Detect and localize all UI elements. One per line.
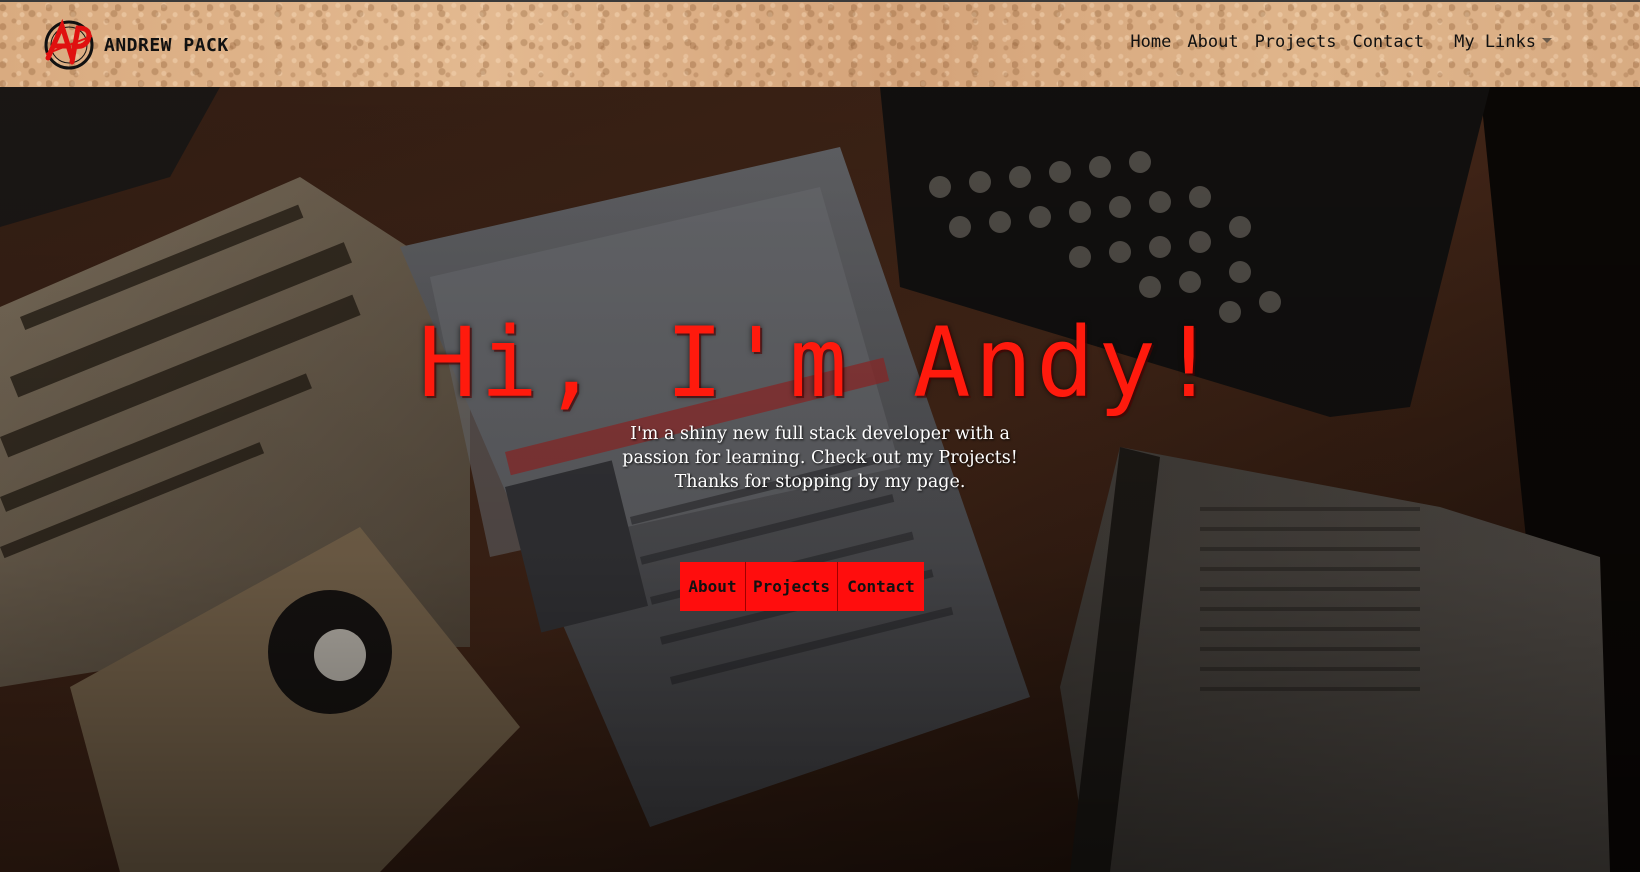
- hero-about-button[interactable]: About: [680, 562, 746, 611]
- brand-link[interactable]: ANDREW PACK: [42, 18, 229, 72]
- nav-about[interactable]: About: [1187, 32, 1238, 52]
- hero-contact-button[interactable]: Contact: [838, 562, 924, 611]
- hero-title: Hi, I'm Andy!: [418, 307, 1222, 419]
- page: ANDREW PACK Home About Projects Contact …: [0, 0, 1640, 872]
- nav-home[interactable]: Home: [1130, 32, 1171, 52]
- nav-projects[interactable]: Projects: [1255, 32, 1337, 52]
- caret-down-icon: [1542, 37, 1552, 43]
- hero-subtitle-line: Thanks for stopping by my page.: [674, 472, 966, 492]
- ap-logo-icon: [44, 18, 94, 70]
- hero-subtitle-line: passion for learning. Check out my Proje…: [622, 448, 1018, 468]
- hero-subtitle-line: I'm a shiny new full stack developer wit…: [630, 424, 1010, 444]
- brand-name: ANDREW PACK: [104, 34, 229, 56]
- my-links-label: My Links: [1454, 32, 1536, 52]
- hero-section: Hi, I'm Andy! I'm a shiny new full stack…: [0, 87, 1640, 872]
- hero-subtitle: I'm a shiny new full stack developer wit…: [520, 422, 1120, 494]
- my-links-dropdown[interactable]: My Links: [1454, 32, 1552, 52]
- nav-contact[interactable]: Contact: [1352, 32, 1424, 52]
- hero-button-group: About Projects Contact: [680, 562, 924, 611]
- navbar: ANDREW PACK Home About Projects Contact …: [0, 0, 1640, 87]
- nav-links: Home About Projects Contact My Links: [1130, 32, 1552, 52]
- hero-projects-button[interactable]: Projects: [746, 562, 838, 611]
